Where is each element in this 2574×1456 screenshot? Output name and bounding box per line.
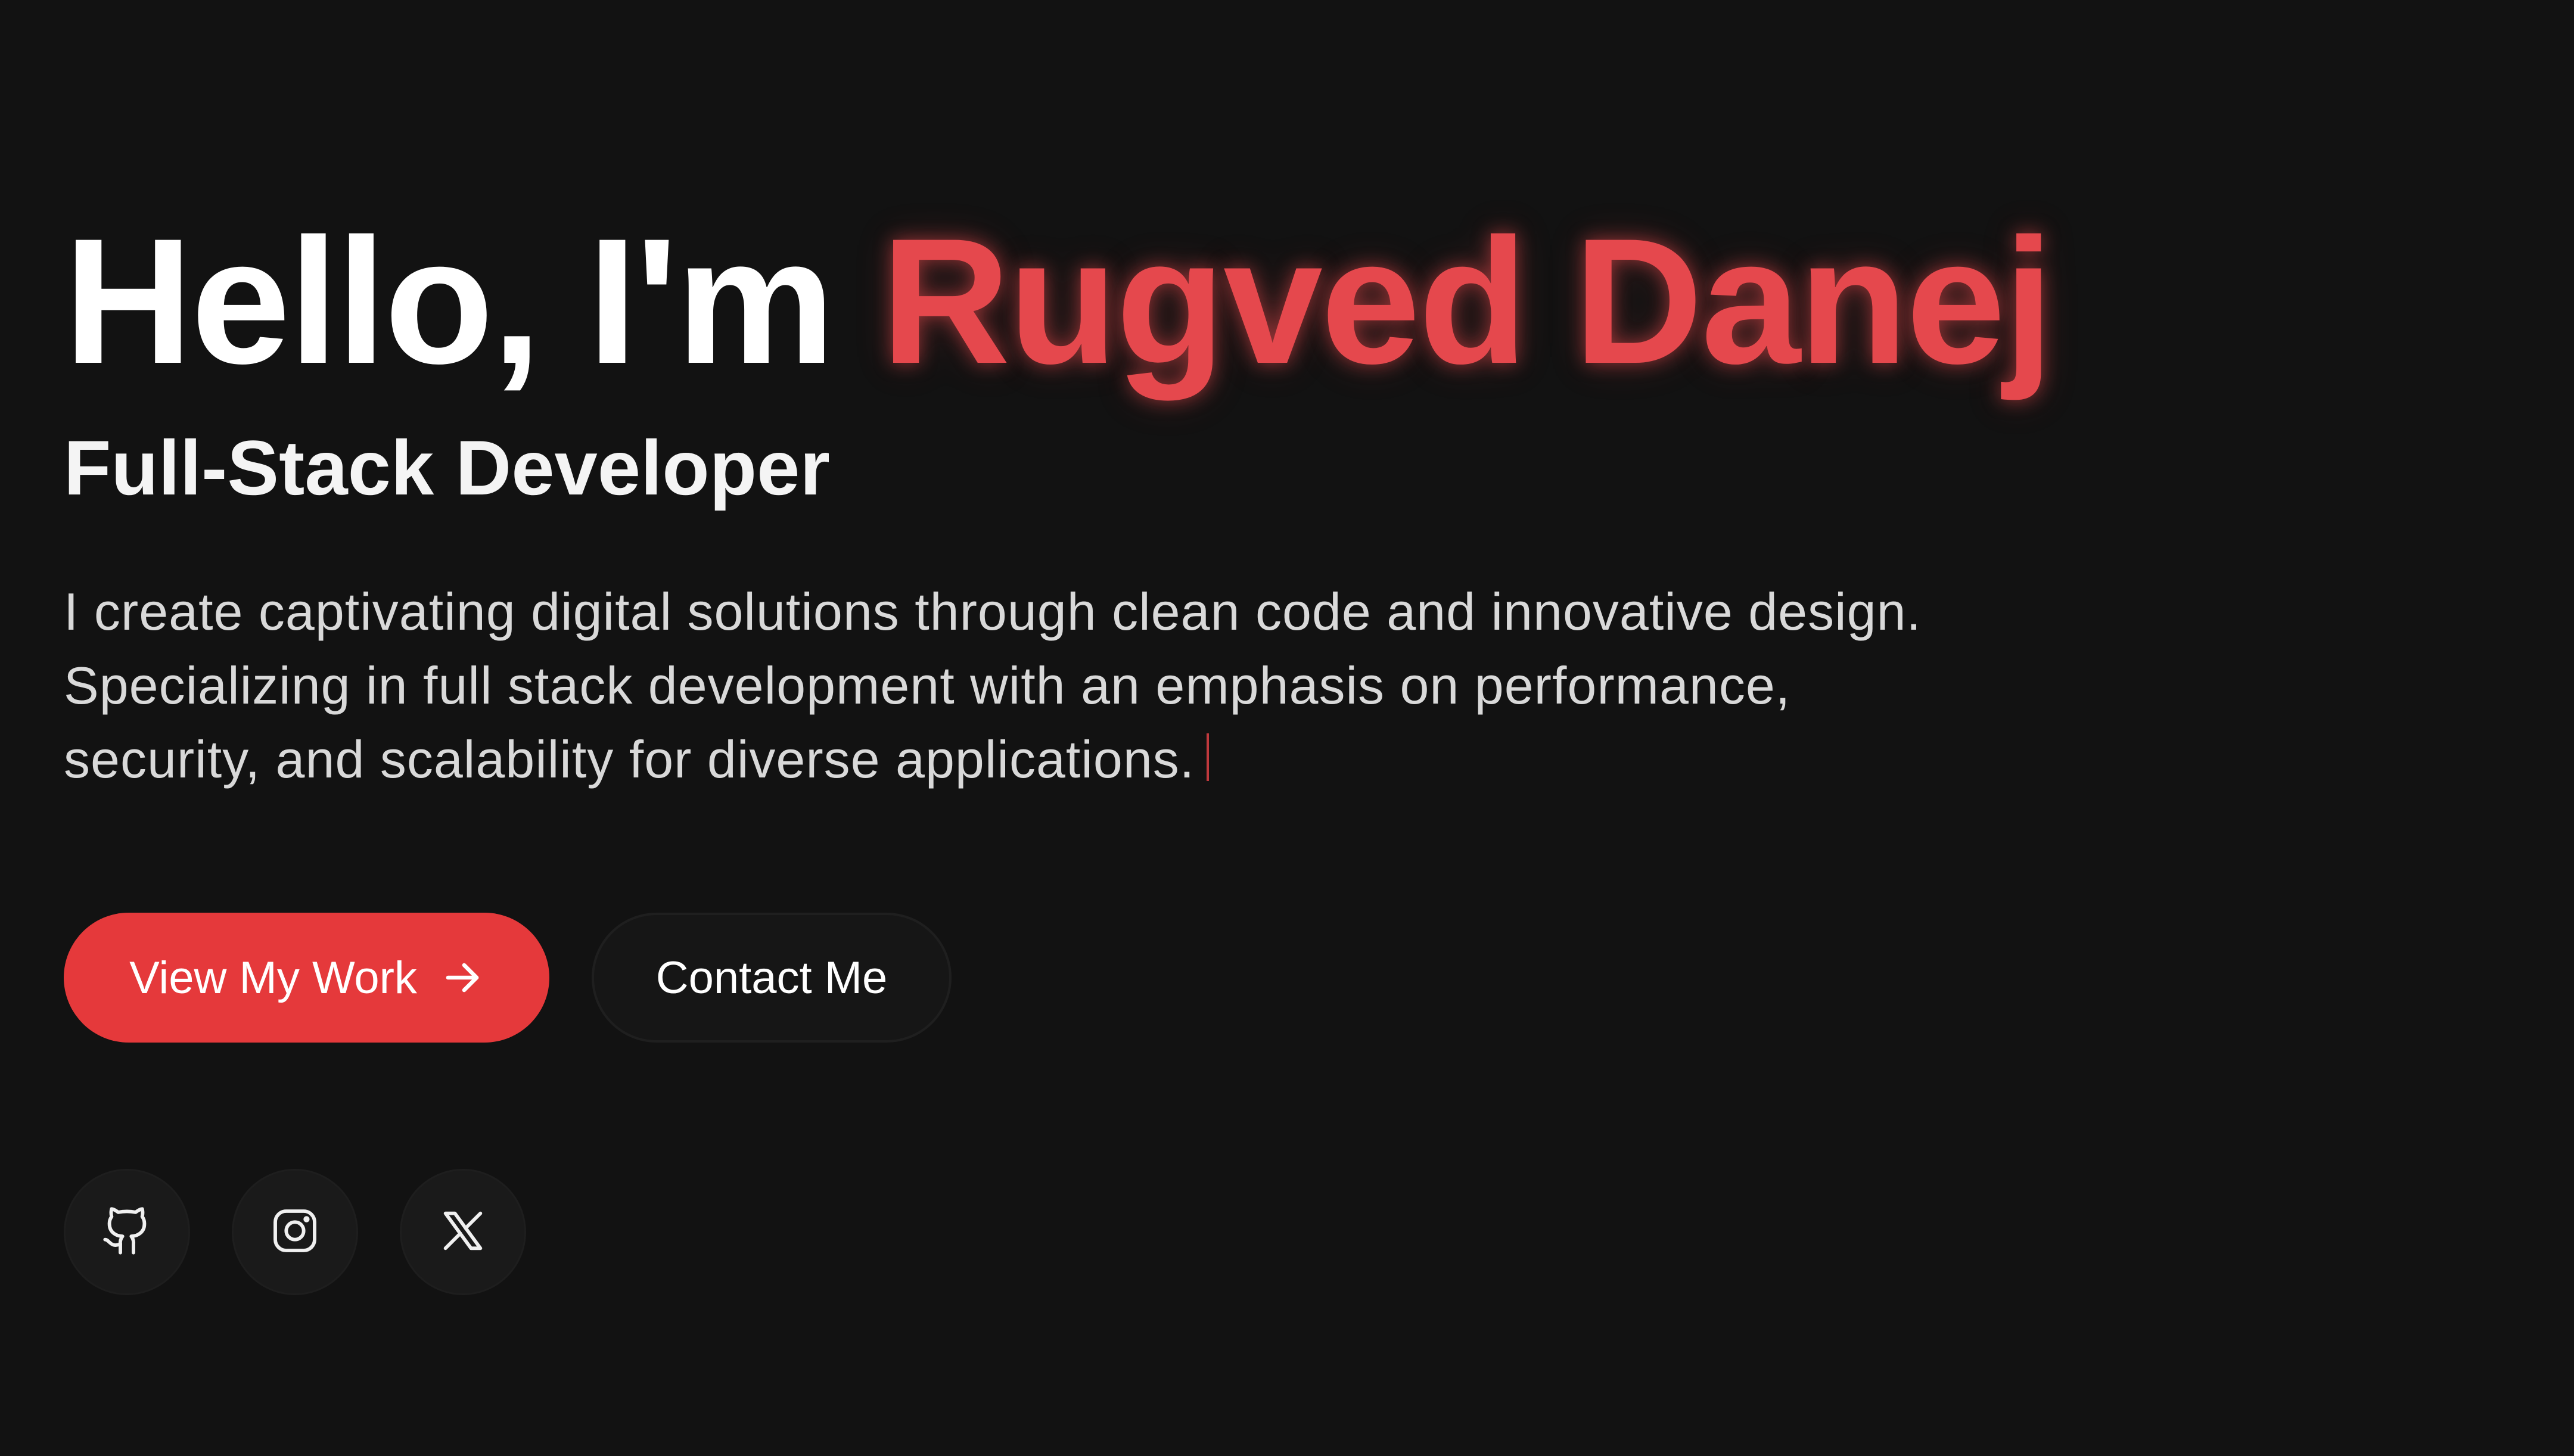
arrow-right-icon — [441, 956, 484, 999]
x-twitter-link[interactable] — [400, 1169, 526, 1295]
bio-line-text: security, and scalability for diverse ap… — [64, 730, 1195, 789]
view-my-work-label: View My Work — [129, 952, 417, 1003]
contact-me-button[interactable]: Contact Me — [592, 913, 952, 1043]
hero-section: Hello, I'm Rugved Danej Full-Stack Devel… — [64, 0, 2507, 1456]
contact-me-label: Contact Me — [655, 952, 888, 1003]
bio-line: I create captivating digital solutions t… — [64, 582, 1922, 641]
instagram-icon — [269, 1205, 321, 1260]
greeting-text: Hello, I'm — [64, 201, 835, 401]
x-twitter-icon — [437, 1205, 489, 1260]
github-icon — [101, 1205, 153, 1260]
hero-headline: Hello, I'm Rugved Danej — [64, 211, 2053, 390]
name-text: Rugved Danej — [881, 201, 2053, 401]
role-title: Full-Stack Developer — [64, 424, 830, 511]
typing-cursor — [1207, 733, 1210, 781]
github-link[interactable] — [64, 1169, 190, 1295]
bio-paragraph: I create captivating digital solutions t… — [64, 575, 2090, 797]
bio-line: Specializing in full stack development w… — [64, 656, 1791, 715]
instagram-link[interactable] — [232, 1169, 358, 1295]
bio-line: security, and scalability for diverse ap… — [64, 723, 2090, 797]
view-my-work-button[interactable]: View My Work — [64, 913, 549, 1043]
